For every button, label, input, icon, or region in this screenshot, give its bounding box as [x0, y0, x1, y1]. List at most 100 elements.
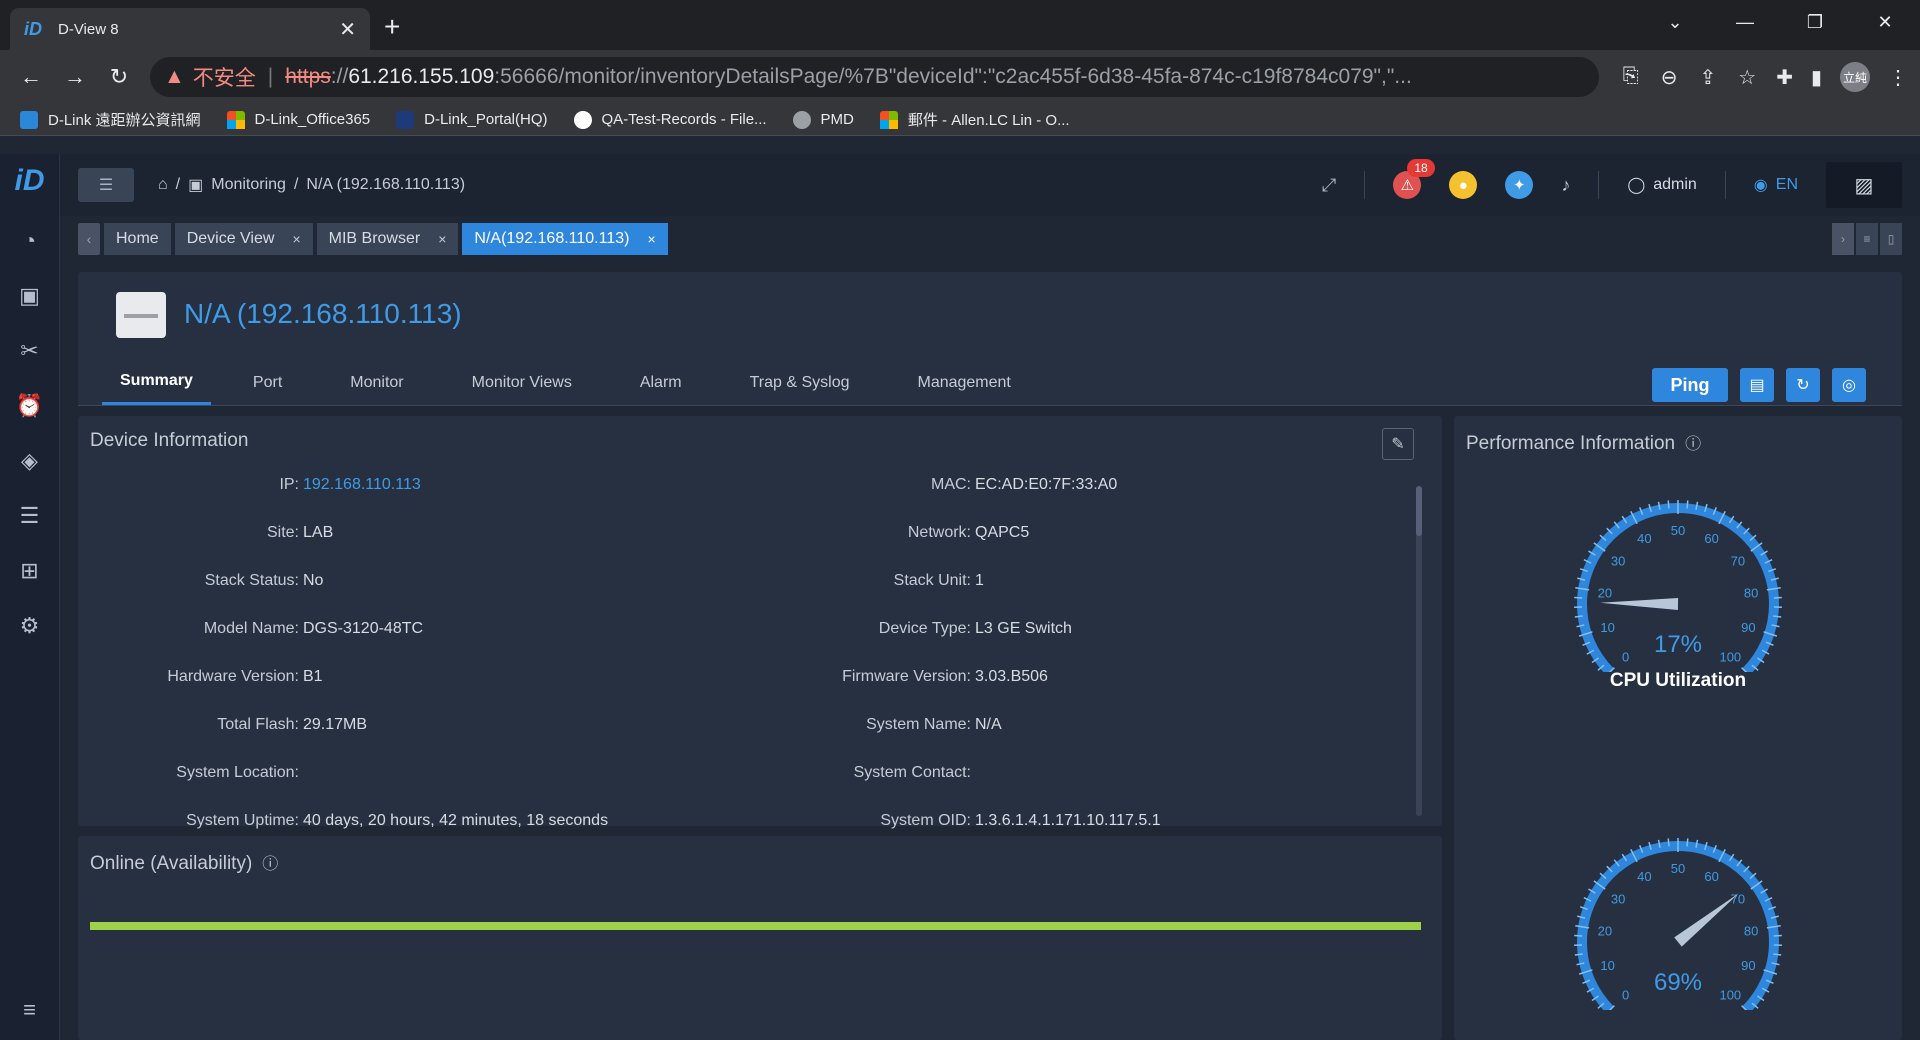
address-bar[interactable]: ▲ 不安全 | https://61.216.155.109:56666/mon…: [150, 57, 1599, 97]
page-tab-mib-browser[interactable]: MIB Browser ×: [316, 223, 459, 255]
info-icon[interactable]: ⓘ: [1685, 430, 1701, 454]
more-icon[interactable]: ⋮: [1888, 65, 1908, 90]
new-tab-icon[interactable]: +: [384, 11, 400, 43]
close-tab-icon[interactable]: ×: [438, 231, 446, 247]
url-path: :56666/monitor/inventoryDetailsPage/%7B"…: [494, 65, 1412, 88]
globe-icon: [792, 110, 811, 129]
reports-icon[interactable]: ☰: [16, 502, 44, 530]
ping-button[interactable]: Ping: [1652, 368, 1728, 402]
tab-search-icon[interactable]: ⌄: [1640, 0, 1710, 44]
gauge-scale-label: 0: [1622, 649, 1629, 664]
critical-alarm-icon[interactable]: ⚠ 18: [1393, 159, 1435, 199]
zoom-icon[interactable]: ⊖: [1661, 65, 1678, 90]
gauge-svg: 0 10 20 30 40 50 60 70 80 90100 69%: [1574, 838, 1782, 1017]
subtab-port[interactable]: Port: [227, 360, 308, 405]
inventory-icon[interactable]: ◈: [16, 447, 44, 475]
jira-icon: [573, 110, 592, 129]
share-icon[interactable]: ⇪: [1700, 65, 1717, 90]
bookmark-item[interactable]: 郵件 - Allen.LC Lin - O...: [879, 109, 1070, 130]
gauge-value: 17%: [1654, 631, 1702, 658]
collapse-menu-icon[interactable]: ≡: [16, 996, 44, 1024]
back-icon[interactable]: ←: [12, 58, 50, 96]
panel-title: Performance Information: [1466, 433, 1676, 454]
save-config-icon[interactable]: ▤: [1740, 368, 1774, 402]
sidebar: iD ◔ ▣ ✂ ⏰ ◈ ☰ ⊞ ⚙ ≡: [0, 154, 60, 1040]
device-information-panel: Device Information ✎ IP: 192.168.110.113 S…: [78, 416, 1442, 877]
close-window-icon[interactable]: ✕: [1850, 0, 1920, 44]
subtab-monitor[interactable]: Monitor: [324, 360, 429, 405]
page-tab-home[interactable]: Home: [104, 223, 171, 255]
fullscreen-icon[interactable]: ⤢: [1322, 175, 1336, 196]
close-tab-icon[interactable]: ×: [647, 231, 655, 247]
translate-icon[interactable]: ⎘: [1623, 65, 1639, 90]
settings-icon[interactable]: ⚙: [16, 612, 44, 640]
bookmark-item[interactable]: D-Link_Office365: [226, 110, 370, 129]
page-tab-device[interactable]: N/A(192.168.110.113) ×: [462, 223, 668, 255]
gauge-scale-label: 70: [1731, 892, 1745, 907]
refresh-icon[interactable]: ↻: [1786, 368, 1820, 402]
subtab-management[interactable]: Management: [891, 360, 1036, 405]
alarm-count-badge: 18: [1407, 159, 1435, 177]
info-row: System Contact:: [78, 764, 975, 782]
info-alarm-icon[interactable]: ✦: [1505, 171, 1534, 199]
breadcrumb-monitoring[interactable]: Monitoring: [211, 176, 286, 194]
gauge-scale-label: 40: [1637, 531, 1651, 546]
gauge-label: CPU Utilization: [1609, 670, 1747, 691]
info-row: Stack Unit: 1: [78, 572, 984, 590]
gauge-tick: [1574, 934, 1583, 937]
tools-icon[interactable]: ✂: [16, 337, 44, 365]
browser-toolbar: ← → ↻ ▲ 不安全 | https://61.216.155.109:566…: [0, 50, 1920, 104]
menu-toggle-button[interactable]: ☰: [78, 168, 134, 202]
tabs-close-all-icon[interactable]: ▯: [1880, 223, 1902, 255]
subtab-alarm[interactable]: Alarm: [614, 360, 708, 405]
home-icon[interactable]: ⌂: [158, 176, 168, 194]
forward-icon[interactable]: →: [56, 58, 94, 96]
page-tab-device-view[interactable]: Device View ×: [174, 223, 313, 255]
info-key: Network:: [907, 524, 971, 541]
subtab-trap-syslog[interactable]: Trap & Syslog: [724, 360, 876, 405]
info-icon[interactable]: ⓘ: [262, 850, 278, 874]
language-selector[interactable]: ◉ EN: [1754, 175, 1798, 195]
tabs-right-arrow-icon[interactable]: ›: [1832, 223, 1854, 255]
reload-icon[interactable]: ↻: [100, 58, 138, 96]
user-menu[interactable]: ◯ admin: [1627, 175, 1696, 195]
subtab-monitor-views[interactable]: Monitor Views: [446, 360, 598, 405]
info-key: MAC:: [931, 476, 971, 493]
subtab-summary[interactable]: Summary: [102, 360, 211, 405]
warning-alarm-icon[interactable]: ●: [1449, 171, 1478, 199]
browser-tab[interactable]: iD D-View 8 ✕: [10, 8, 370, 50]
dview-favicon-icon: iD: [24, 19, 42, 39]
templates-icon[interactable]: ⊞: [16, 557, 44, 585]
restore-icon[interactable]: ❐: [1780, 0, 1850, 44]
bookmark-item[interactable]: D-Link 遠距辦公資訊網: [20, 109, 201, 130]
extensions-icon[interactable]: ✚: [1776, 65, 1793, 90]
bookmark-item[interactable]: QA-Test-Records - File...: [573, 110, 767, 129]
bell-icon[interactable]: ♪: [1561, 175, 1570, 196]
web-manage-icon[interactable]: ◎: [1832, 368, 1866, 402]
minimize-icon[interactable]: —: [1710, 0, 1780, 44]
tabs-left-arrow-icon[interactable]: ‹: [78, 223, 100, 255]
sidepanel-icon[interactable]: ▮: [1811, 65, 1822, 90]
close-tab-icon[interactable]: ✕: [339, 17, 356, 42]
tabs-list-icon[interactable]: ≡: [1856, 223, 1878, 255]
bookmark-item[interactable]: PMD: [792, 110, 854, 129]
gauge-tick: [1574, 615, 1583, 618]
close-tab-icon[interactable]: ×: [292, 231, 300, 247]
info-value: 1: [975, 572, 984, 589]
profile-avatar[interactable]: 立純: [1840, 62, 1870, 92]
cpu-gauge: 0 10 20 30 40 50 60 70 80 90 100 17% CPU Utilizatio…: [1558, 492, 1798, 692]
info-value: 1.3.6.1.4.1.171.10.117.5.1: [975, 812, 1161, 829]
monitoring-icon[interactable]: ▣: [16, 282, 44, 310]
star-icon[interactable]: ☆: [1738, 65, 1756, 90]
user-icon: ◯: [1627, 177, 1646, 194]
gauge-scale-label: 10: [1600, 958, 1614, 973]
dashboard-icon[interactable]: ◔: [16, 227, 44, 255]
bookmark-item[interactable]: D-Link_Portal(HQ): [396, 110, 548, 129]
edit-icon[interactable]: ✎: [1382, 428, 1414, 460]
screenshot-button[interactable]: ▨: [1826, 162, 1902, 208]
globe-icon: ◉: [1753, 177, 1768, 194]
alarm-icon[interactable]: ⏰: [16, 392, 44, 420]
sharepoint-icon: [20, 110, 38, 129]
info-key: Firmware Version:: [842, 668, 971, 685]
scrollbar[interactable]: [1416, 486, 1422, 816]
